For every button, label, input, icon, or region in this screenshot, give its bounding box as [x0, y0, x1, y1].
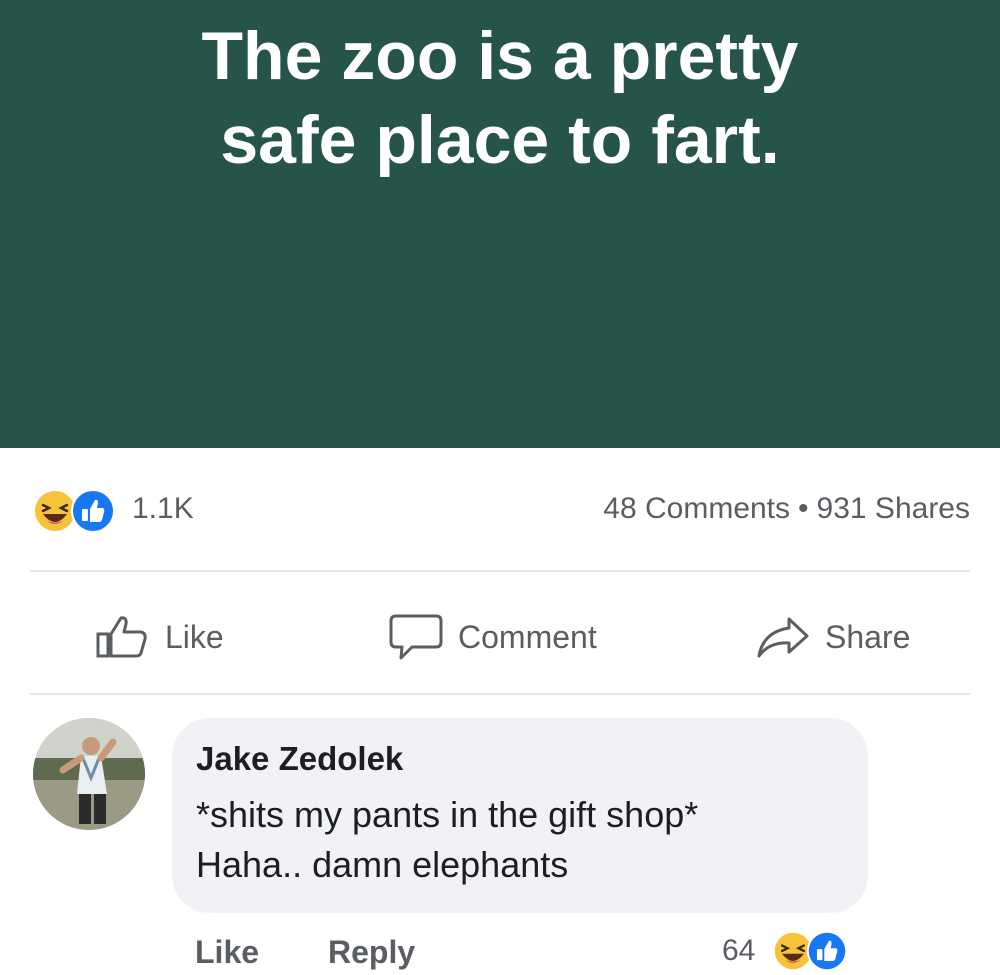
post-stats: 1.1K 48 Comments • 931 Shares — [0, 480, 1000, 540]
actions-divider — [30, 693, 970, 695]
comment-text-line-2: Haha.. damn elephants — [196, 844, 569, 885]
avatar[interactable] — [33, 718, 145, 830]
post-text-line-1: The zoo is a pretty — [201, 18, 799, 94]
comment-bubble: Jake Zedolek *shits my pants in the gift… — [172, 718, 868, 913]
comment-reaction-summary[interactable]: 64 — [722, 928, 872, 972]
comment-button[interactable]: Comment — [388, 612, 597, 662]
post-text-line-2: safe place to fart. — [220, 102, 780, 178]
stats-divider — [30, 570, 970, 572]
comment-label: Comment — [458, 618, 597, 655]
comment-like-button[interactable]: Like — [195, 934, 259, 971]
avatar-photo — [33, 718, 145, 830]
like-label: Like — [165, 618, 224, 655]
reaction-count[interactable]: 1.1K — [132, 492, 194, 526]
share-button[interactable]: Share — [755, 612, 910, 662]
comment-reply-button[interactable]: Reply — [328, 934, 415, 971]
post-actions: Like Comment Share — [0, 602, 1000, 672]
engagement-summary: 48 Comments • 931 Shares — [603, 492, 970, 526]
like-button[interactable]: Like — [95, 612, 224, 662]
comment-icon — [389, 614, 443, 660]
thumbs-up-icon — [96, 616, 147, 658]
comment-text-line-1: *shits my pants in the gift shop* — [196, 794, 699, 835]
shares-count[interactable]: 931 Shares — [817, 492, 970, 525]
comments-count[interactable]: 48 Comments — [603, 492, 790, 525]
separator-dot: • — [798, 492, 809, 525]
post-banner: The zoo is a pretty safe place to fart. — [0, 0, 1000, 448]
comment-author[interactable]: Jake Zedolek — [196, 740, 403, 778]
post-text: The zoo is a pretty safe place to fart. — [0, 14, 1000, 182]
share-arrow-icon — [757, 617, 809, 658]
reaction-summary[interactable] — [32, 488, 127, 533]
comment-reaction-count: 64 — [722, 934, 756, 967]
share-label: Share — [825, 618, 911, 655]
comment-actions: Like Reply 64 — [0, 928, 1000, 975]
like-icon — [806, 930, 848, 972]
like-icon — [71, 489, 115, 533]
